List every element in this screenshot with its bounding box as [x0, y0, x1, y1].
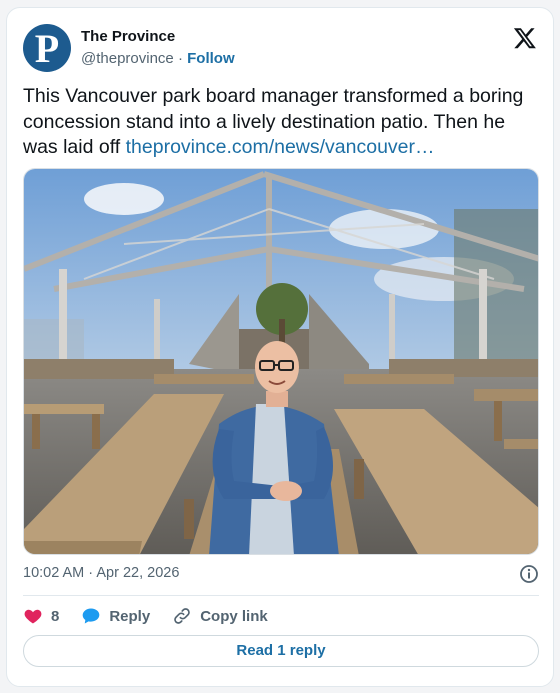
divider — [23, 595, 539, 596]
timestamp-row: 10:02 AM · Apr 22, 2026 — [23, 565, 539, 585]
info-icon[interactable] — [519, 564, 539, 584]
handle-separator: · — [177, 50, 183, 67]
account-handle[interactable]: @theprovince — [81, 50, 174, 67]
tweet-date[interactable]: Apr 22, 2026 — [96, 565, 179, 581]
like-count: 8 — [51, 607, 60, 625]
tweet-card: P The Province @theprovince · Follow Thi… — [6, 7, 554, 687]
patio-photo-image — [24, 169, 538, 554]
tweet-text: This Vancouver park board manager transf… — [23, 84, 539, 161]
x-logo-icon[interactable] — [513, 26, 537, 50]
copy-link-button[interactable]: Copy link — [172, 606, 268, 626]
reply-label: Reply — [109, 607, 151, 625]
article-link[interactable]: theprovince.com/news/vancouver… — [126, 136, 435, 158]
read-replies-button[interactable]: Read 1 reply — [23, 635, 539, 667]
copy-link-label: Copy link — [200, 607, 268, 625]
reply-button[interactable]: Reply — [81, 606, 150, 626]
account-name[interactable]: The Province — [81, 28, 175, 45]
time-separator: · — [88, 565, 94, 581]
handle-row: @theprovince · Follow — [81, 50, 235, 67]
like-button[interactable]: 8 — [23, 606, 59, 626]
link-icon — [174, 608, 190, 624]
reply-bubble-icon — [83, 608, 100, 624]
follow-button[interactable]: Follow — [187, 50, 235, 67]
avatar[interactable]: P — [23, 24, 71, 72]
avatar-letter: P — [34, 25, 60, 71]
action-bar: 8 Reply Copy link — [23, 604, 290, 628]
tweet-time[interactable]: 10:02 AM — [23, 565, 84, 581]
heart-icon — [24, 609, 42, 624]
tweet-photo[interactable] — [23, 168, 539, 555]
